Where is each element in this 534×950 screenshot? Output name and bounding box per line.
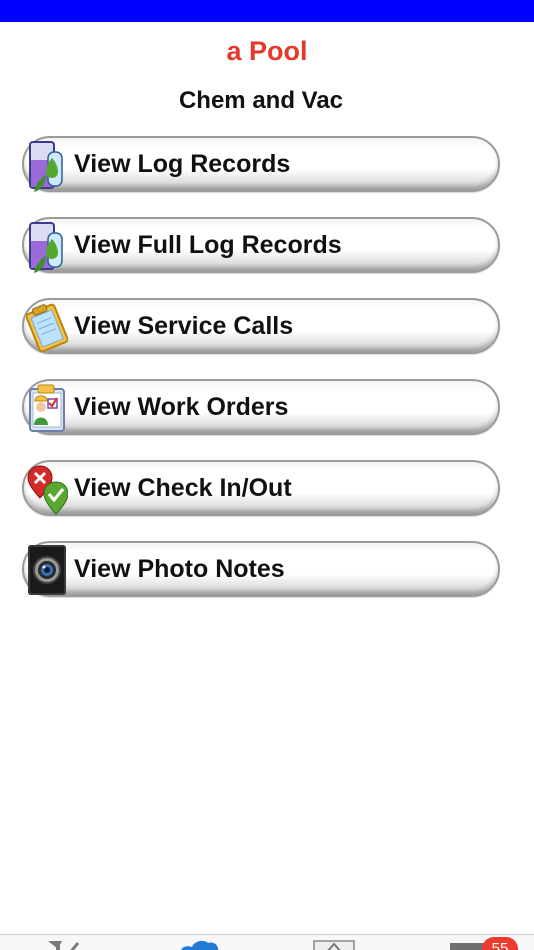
view-photo-notes-button[interactable]: View Photo Notes [22,541,500,597]
view-log-records-label: View Log Records [74,150,291,178]
home-icon[interactable] [312,939,356,950]
view-work-orders-button[interactable]: View Work Orders [22,379,500,435]
view-full-log-records-label: View Full Log Records [74,231,342,259]
status-bar [0,0,534,22]
check-in-out-icon [27,465,68,515]
camera-icon [28,545,66,595]
clipboard-icon [26,303,68,353]
view-service-calls-label: View Service Calls [74,312,294,340]
page-subtitle: Chem and Vac [178,87,344,114]
work-order-icon [29,384,65,432]
tab-bar: 55 [0,934,534,950]
view-work-orders-label: View Work Orders [74,393,289,421]
view-check-in-out-button[interactable]: View Check In/Out [22,460,500,516]
menu-list: View Log Records View Full Log Records V… [22,136,502,622]
view-check-in-out-label: View Check In/Out [74,474,292,502]
page-title: a Pool [226,36,308,66]
view-photo-notes-label: View Photo Notes [74,555,285,583]
view-full-log-records-button[interactable]: View Full Log Records [22,217,500,273]
test-tube-icon [29,141,63,192]
notification-badge: 55 [482,937,518,950]
tools-icon[interactable] [44,939,84,950]
view-log-records-button[interactable]: View Log Records [22,136,500,192]
app-screen: a Pool Chem and Vac View Log Records Vie… [0,0,534,950]
test-tube-icon [29,222,63,273]
cloud-icon[interactable] [176,939,222,950]
view-service-calls-button[interactable]: View Service Calls [22,298,500,354]
